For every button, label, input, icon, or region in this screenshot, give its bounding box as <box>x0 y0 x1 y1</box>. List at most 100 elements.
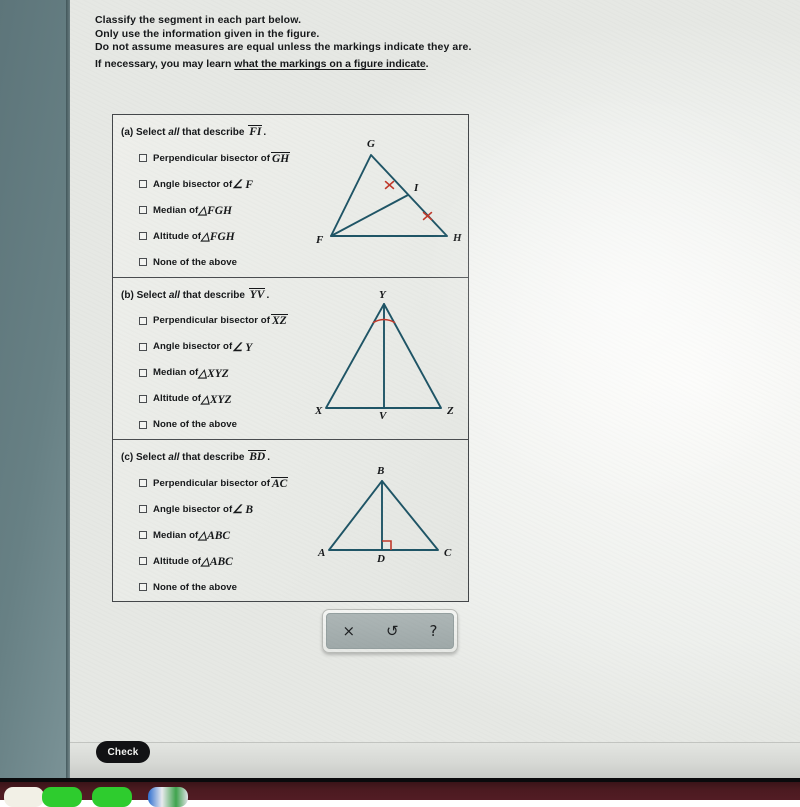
check-button[interactable]: Check <box>96 741 150 763</box>
vertex-label-G: G <box>367 138 375 150</box>
option-math: △FGH <box>200 231 235 243</box>
photo-of-screen-scene: Classify the segment in each part below.… <box>0 0 800 807</box>
figure-triangle-fgh: G F H I <box>313 133 468 258</box>
question-row-a: (a) Select all that describe FI. Perpend… <box>113 115 468 278</box>
question-b-mid: that describe <box>179 289 248 301</box>
question-row-b: (b) Select all that describe YV. Perpend… <box>113 278 468 440</box>
option-b-none-of-the-above[interactable]: None of the above <box>139 412 289 438</box>
question-c-period: . <box>267 452 270 463</box>
option-a-angle-bisector[interactable]: Angle bisector of ∠ F <box>139 171 291 197</box>
question-a-period: . <box>263 127 267 138</box>
instruction-line-1: Classify the segment in each part below. <box>95 14 302 26</box>
option-b-altitude[interactable]: Altitude of △XYZ <box>139 386 289 412</box>
markings-help-link[interactable]: what the markings on a figure indicate <box>234 58 425 70</box>
question-a-letter: (a) <box>121 127 134 138</box>
checkbox-icon[interactable] <box>139 479 147 487</box>
vertex-label-Z: Z <box>446 405 454 417</box>
vertex-label-X: X <box>314 405 323 417</box>
option-c-perpendicular-bisector[interactable]: Perpendicular bisector of AC <box>139 470 289 496</box>
checkbox-icon[interactable] <box>139 206 147 214</box>
option-math: AC <box>270 476 289 490</box>
option-c-altitude[interactable]: Altitude of △ABC <box>139 548 289 574</box>
question-c-segment: BD <box>248 450 267 463</box>
files-app-icon[interactable] <box>4 787 44 807</box>
option-a-perpendicular-bisector[interactable]: Perpendicular bisector of GH <box>139 145 291 171</box>
browser-app-icon[interactable] <box>148 787 188 807</box>
question-c-mid: that describe <box>179 452 248 463</box>
vertex-label-A: A <box>317 547 325 559</box>
option-c-none-of-the-above[interactable]: None of the above <box>139 574 289 600</box>
option-label: None of the above <box>153 581 238 593</box>
checkbox-icon[interactable] <box>139 316 147 325</box>
questions-table: (a) Select all that describe FI. Perpend… <box>112 114 469 602</box>
question-a-options: Perpendicular bisector of GH Angle bisec… <box>139 145 291 275</box>
question-a-select: Select <box>136 127 169 138</box>
vertex-label-F: F <box>315 234 324 246</box>
bottom-bar <box>70 742 800 778</box>
option-b-perpendicular-bisector[interactable]: Perpendicular bisector of XZ <box>139 308 289 334</box>
vertex-label-C: C <box>444 547 452 559</box>
option-math: △FGH <box>198 205 232 217</box>
option-a-none-of-the-above[interactable]: None of the above <box>139 249 291 275</box>
option-label: Median of <box>153 367 199 378</box>
option-a-median[interactable]: Median of △FGH <box>139 197 291 223</box>
checkbox-icon[interactable] <box>139 394 147 403</box>
option-c-median[interactable]: Median of △ABC <box>139 522 289 548</box>
question-a-all: all <box>168 127 180 138</box>
checkbox-icon[interactable] <box>139 232 147 240</box>
checkbox-icon[interactable] <box>139 557 147 565</box>
option-math: GH <box>270 151 291 165</box>
instruction-line-2: Only use the information given in the fi… <box>95 27 320 40</box>
checkbox-icon[interactable] <box>139 368 147 377</box>
help-icon[interactable]: ? <box>430 623 438 639</box>
checkbox-icon[interactable] <box>139 180 147 188</box>
checkbox-icon[interactable] <box>139 342 147 351</box>
checkbox-icon[interactable] <box>139 505 147 513</box>
checkbox-icon[interactable] <box>139 531 147 539</box>
question-b-period: . <box>266 289 270 301</box>
checkbox-icon[interactable] <box>139 258 147 266</box>
question-b-all: all <box>168 289 180 301</box>
triangle-xyz-svg: Y X Z V <box>314 289 454 422</box>
phone-app-icon[interactable] <box>92 787 132 807</box>
vertex-label-V: V <box>379 410 388 422</box>
option-b-median[interactable]: Median of △XYZ <box>139 360 289 386</box>
question-b-select: Select <box>136 289 169 301</box>
triangle-abc-svg: B A C D <box>317 465 452 565</box>
option-b-angle-bisector[interactable]: Angle bisector of ∠ Y <box>139 334 289 360</box>
checkbox-icon[interactable] <box>139 154 147 162</box>
clear-icon[interactable]: × <box>342 623 355 639</box>
option-label: Altitude of <box>153 555 201 567</box>
messages-app-icon[interactable] <box>42 787 82 807</box>
option-label: Angle bisector of <box>153 178 233 190</box>
undo-icon[interactable]: ↺ <box>386 623 399 639</box>
triangle-fgh-svg: G F H I <box>315 138 462 246</box>
option-math: ∠ F <box>232 179 254 191</box>
instruction-line-3: Do not assume measures are equal unless … <box>95 41 472 53</box>
question-c-all: all <box>168 452 180 463</box>
question-a-mid: that describe <box>179 127 248 138</box>
question-b-prompt: (b) Select all that describe YV. <box>121 287 270 301</box>
option-label: Perpendicular bisector of <box>153 477 270 489</box>
desk-background-left <box>0 0 70 782</box>
checkbox-icon[interactable] <box>139 420 147 429</box>
figure-triangle-abc: B A C D <box>317 458 464 578</box>
option-c-angle-bisector[interactable]: Angle bisector of ∠ B <box>139 496 289 522</box>
question-c-options: Perpendicular bisector of AC Angle bisec… <box>139 470 289 600</box>
option-math: △XYZ <box>198 367 229 380</box>
option-label: Altitude of <box>153 230 201 242</box>
answer-toolbar-inner: × ↺ ? <box>326 613 454 649</box>
option-math: ∠ B <box>232 504 254 516</box>
figure-triangle-xyz: Y X Z V <box>314 286 464 431</box>
option-a-altitude[interactable]: Altitude of △FGH <box>139 223 291 249</box>
option-math: △ABC <box>198 530 231 542</box>
question-b-letter: (b) <box>121 289 134 301</box>
question-b-options: Perpendicular bisector of XZ Angle bisec… <box>139 308 289 438</box>
option-label: Perpendicular bisector of <box>153 315 270 326</box>
option-label: Perpendicular bisector of <box>153 152 270 164</box>
option-label: None of the above <box>153 256 238 268</box>
checkbox-icon[interactable] <box>139 583 147 591</box>
option-math: ∠ Y <box>232 341 253 354</box>
vertex-label-H: H <box>452 232 462 244</box>
vertex-label-D: D <box>376 553 385 565</box>
